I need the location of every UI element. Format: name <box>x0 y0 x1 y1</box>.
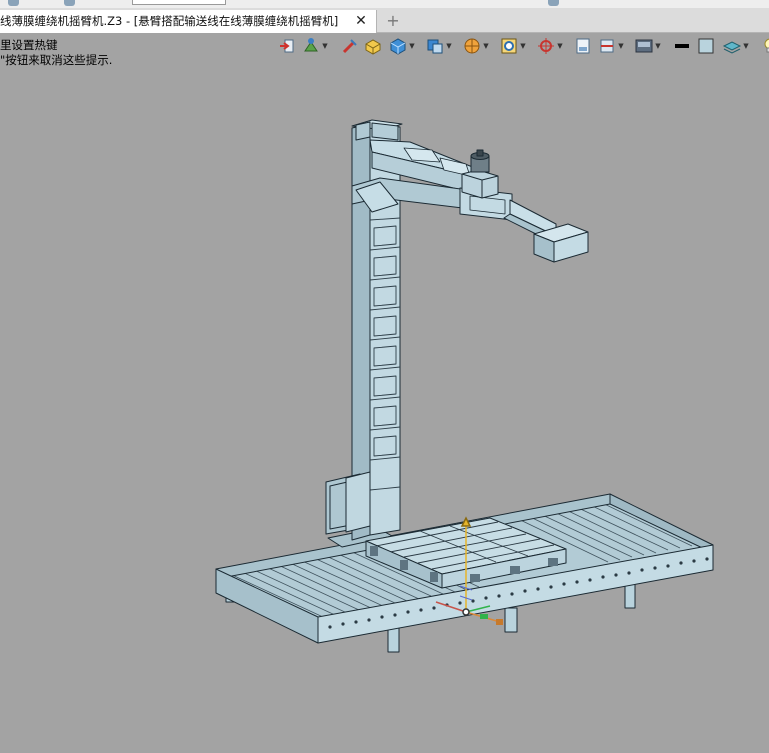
box-select-icon[interactable] <box>363 36 383 56</box>
chevron-down-icon[interactable]: ▼ <box>617 36 625 56</box>
new-tab-icon[interactable]: + <box>385 10 401 33</box>
column-cap-plate <box>371 122 399 141</box>
conveyor-leg <box>504 607 518 633</box>
pen-icon[interactable] <box>339 36 359 56</box>
render-sphere-icon[interactable] <box>462 36 482 56</box>
color-fill-icon[interactable] <box>301 36 321 56</box>
chevron-down-icon[interactable]: ▼ <box>556 36 564 56</box>
lightbulb-icon[interactable] <box>759 36 769 56</box>
document-tab-bar: 线薄膜缠绕机摇臂机.Z3 - [悬臂搭配输送线在线薄膜缠绕机摇臂机] ✕ + <box>0 8 769 33</box>
quick-access-toolbar <box>0 0 769 8</box>
hint-line-1: 里设置热键 <box>0 38 58 52</box>
chevron-down-icon[interactable]: ▼ <box>482 36 490 56</box>
hint-text: 里设置热键 "按钮来取消这些提示. <box>0 38 112 68</box>
app-icon[interactable] <box>8 0 19 6</box>
machine-model[interactable] <box>0 66 769 749</box>
column-cap-plate <box>355 121 371 141</box>
chevron-down-icon[interactable]: ▼ <box>445 36 453 56</box>
tab-title: 线薄膜缠绕机摇臂机.Z3 - [悬臂搭配输送线在线薄膜缠绕机摇臂机] <box>0 14 339 28</box>
layer-icon[interactable] <box>722 36 742 56</box>
motor-base <box>461 169 499 199</box>
view-cube-icon[interactable] <box>425 36 445 56</box>
display-mode-icon[interactable] <box>634 36 654 56</box>
document-tab[interactable]: 线薄膜缠绕机摇臂机.Z3 - [悬臂搭配输送线在线薄膜缠绕机摇臂机] ✕ <box>0 10 377 33</box>
close-tab-icon[interactable]: ✕ <box>353 10 369 33</box>
face-color-icon[interactable] <box>696 36 716 56</box>
filter-select[interactable] <box>132 0 226 5</box>
section-icon[interactable] <box>597 36 617 56</box>
chevron-down-icon[interactable]: ▼ <box>654 36 662 56</box>
help-icon[interactable] <box>548 0 559 6</box>
chevron-down-icon[interactable]: ▼ <box>742 36 750 56</box>
3d-viewport[interactable] <box>0 66 769 749</box>
shaded-cube-icon[interactable] <box>388 36 408 56</box>
sheet-icon[interactable] <box>573 36 593 56</box>
axis-origin-icon[interactable] <box>536 36 556 56</box>
undo-icon[interactable] <box>64 0 75 6</box>
exit-sketch-icon[interactable] <box>277 36 297 56</box>
carriage-side <box>345 471 371 533</box>
line-color-icon[interactable] <box>672 36 692 56</box>
zoom-fit-icon[interactable] <box>499 36 519 56</box>
view-toolbar: ▼ ▼ ▼ ▼ ▼ ▼ ▼ ▼ ▼ <box>275 35 769 57</box>
chevron-down-icon[interactable]: ▼ <box>408 36 416 56</box>
chevron-down-icon[interactable]: ▼ <box>519 36 527 56</box>
chevron-down-icon[interactable]: ▼ <box>321 36 329 56</box>
